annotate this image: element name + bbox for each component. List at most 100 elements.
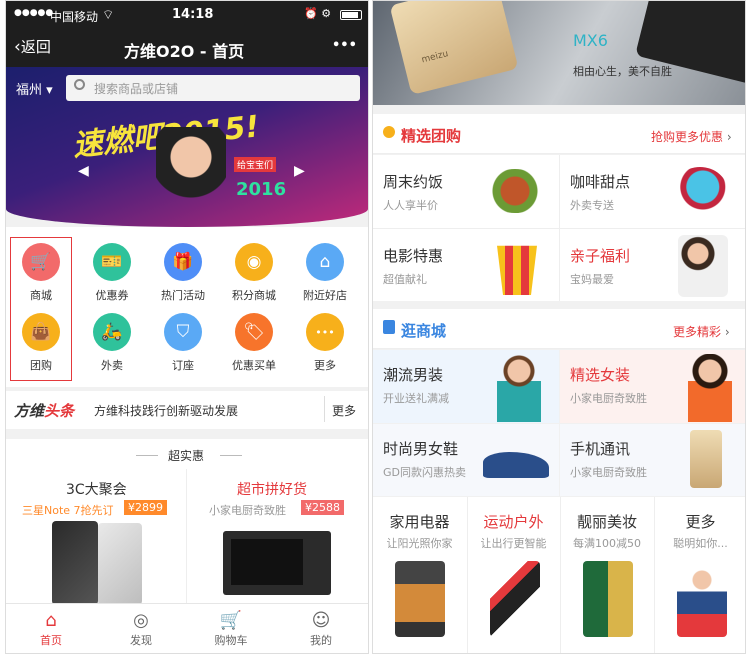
group-cell-dinner[interactable]: 周末约饭 人人享半价 [373,155,559,228]
battery-icon [340,10,362,20]
cell-sub: 外卖专送 [570,199,614,212]
cell-title: 靓丽美妆 [576,513,637,531]
cell-sub: 宝妈最爱 [570,273,614,286]
scooter-icon: 🛵 [93,313,131,351]
banner-year: 2016 [236,179,287,200]
divider [136,455,158,456]
promo-banner[interactable]: 福州 ▾ 搜索商品或店铺 速燃吧2015! 2016 给宝宝们 ◀ ▶ [6,67,368,227]
store-icon: ⌂ [306,243,344,281]
chevron-left-icon: ‹ [14,37,21,57]
deals-section: 超实惠 3C大聚会 三星Note 7抢先订 ¥2899 超市拼好货 小家电厨奇致… [6,439,368,605]
group-buy-grid: 周末约饭 人人享半价 咖啡甜点 外卖专送 电影特惠 超值献礼 亲子福利 宝妈最爱 [373,155,745,301]
deal-sub: 三星Note 7抢先订 [22,504,114,517]
grid-item-store[interactable]: ⌂ 附近好店 [292,243,358,307]
popcorn-image [497,245,537,295]
deal-card-3c[interactable]: 3C大聚会 三星Note 7抢先订 ¥2899 [6,469,186,605]
cell-sub: GD同款闪惠热卖 [383,466,466,479]
cell-sub: 让阳光照你家 [386,537,453,550]
dessert-image [672,167,728,217]
category-cell-3[interactable]: 更多 聪明如你... [653,497,746,653]
mall-cell-phones[interactable]: 手机通讯 小家电厨奇致胜 [560,424,745,496]
cell-title: 时尚男女鞋 [383,440,459,458]
tab-user[interactable]: ☺ 我的 [286,610,356,648]
alarm-icon: ⏰ ⚙ [304,7,332,20]
headline-logo-a: 方维 [14,402,45,420]
city-selector[interactable]: 福州 ▾ [16,79,53,98]
wifi-icon: ⌔ [102,8,115,23]
search-icon [74,79,85,90]
cell-title: 精选女装 [570,366,631,384]
grid-item-label: 附近好店 [303,289,347,302]
chevron-down-icon: ▾ [42,83,53,98]
grid-item-coupon[interactable]: 🎫 优惠券 [79,243,145,307]
grid-item-cart[interactable]: 🛒 商城 [8,243,74,307]
product-banner[interactable]: meizu MX6 相由心生，美不自胜 [373,1,745,105]
cell-title: 咖啡甜点 [570,173,631,191]
mall-cell-menswear[interactable]: 潮流男装 开业送礼满减 [373,350,559,423]
grid-item-coins[interactable]: ◉ 积分商城 [221,243,287,307]
tab-cart[interactable]: 🛒 购物车 [196,610,266,648]
phone-brand-mark: meizu [420,49,450,66]
search-input[interactable]: 搜索商品或店铺 [66,75,360,101]
grid-item-scooter[interactable]: 🛵 外卖 [79,313,145,377]
cell-title: 亲子福利 [570,247,631,265]
tab-label: 发现 [130,634,152,647]
back-button[interactable]: ‹返回 [14,36,51,57]
appliance-image [395,561,445,637]
group-more-link[interactable]: 抢购更多优惠 › [651,128,732,145]
cell-title: 电影特惠 [383,247,444,265]
cosmetics-image [583,561,633,637]
divider [220,455,242,456]
tag-icon: 🏷 [235,313,273,351]
grid-item-label: 外卖 [101,359,123,372]
phone-image [690,430,722,488]
grid-item-label: 积分商城 [232,289,276,302]
grid-item-gift[interactable]: 🎁 热门活动 [150,243,216,307]
deal-card-market[interactable]: 超市拼好货 小家电厨奇致胜 ¥2588 [187,469,368,605]
family-image [678,235,728,297]
category-cell-0[interactable]: 家用电器让阳光照你家 [373,497,466,653]
mall-cell-shoes[interactable]: 时尚男女鞋 GD同款闪惠热卖 [373,424,559,496]
cell-title: 家用电器 [389,513,450,531]
category-cell-1[interactable]: 运动户外 让出行更智能 [466,497,560,653]
coupon-icon: 🎫 [93,243,131,281]
phone-image [52,521,98,605]
left-phone-screen: ●●●●● 中国移动 ⌔ 14:18 ⏰ ⚙ ‹返回 方维O2O - 首页 ••… [5,0,369,654]
banner-model-image [156,127,226,227]
carousel-prev-icon[interactable]: ◀ [78,163,89,179]
group-cell-family[interactable]: 亲子福利 宝妈最爱 [560,229,745,301]
category-cell-2[interactable]: 靓丽美妆 每满100减50 [560,497,653,653]
bag-icon: 👜 [22,313,60,351]
bicycle-image [489,561,540,637]
headline-bar[interactable]: 方维头条 方维科技践行创新驱动发展 更多 [6,391,368,429]
nav-bar: ‹返回 方维O2O - 首页 ••• [6,29,368,67]
headline-logo: 方维头条 [14,400,74,421]
grid-item-tag[interactable]: 🏷 优惠买单 [221,313,287,377]
status-time: 14:18 [172,7,214,22]
phone-back-image [98,523,142,605]
grid-item-label: 更多 [314,359,336,372]
mall-cell-womenswear[interactable]: 精选女装 小家电厨奇致胜 [560,350,745,423]
tab-compass[interactable]: ◎ 发现 [106,610,176,648]
tab-home[interactable]: ⌂ 首页 [16,610,86,648]
grid-item-bag[interactable]: 👜 团购 [8,313,74,377]
cell-sub: 聪明如你... [673,537,728,550]
banner-slogan: 相由心生，美不自胜 [573,65,672,78]
headline-more-link[interactable]: 更多 [332,402,356,419]
grid-item-seat[interactable]: ⛉ 订座 [150,313,216,377]
seat-icon: ⛉ [164,313,202,351]
grid-item-label: 商城 [30,289,52,302]
medal-icon [383,126,395,138]
tab-bar: ⌂ 首页 ◎ 发现 🛒 购物车 ☺ 我的 [6,603,368,653]
cell-title: 潮流男装 [383,366,444,384]
more-menu-button[interactable]: ••• [332,38,357,53]
carousel-next-icon[interactable]: ▶ [294,163,305,179]
mall-more-link[interactable]: 更多精彩 › [673,323,730,340]
group-cell-movie[interactable]: 电影特惠 超值献礼 [373,229,559,301]
shopping-bag-icon [383,320,395,334]
grid-item-label: 优惠券 [95,289,129,302]
grid-item-more-dots[interactable]: ••• 更多 [292,313,358,377]
page-title: 方维O2O - 首页 [124,42,245,61]
back-label: 返回 [20,38,51,56]
group-cell-coffee[interactable]: 咖啡甜点 外卖专送 [560,155,745,228]
